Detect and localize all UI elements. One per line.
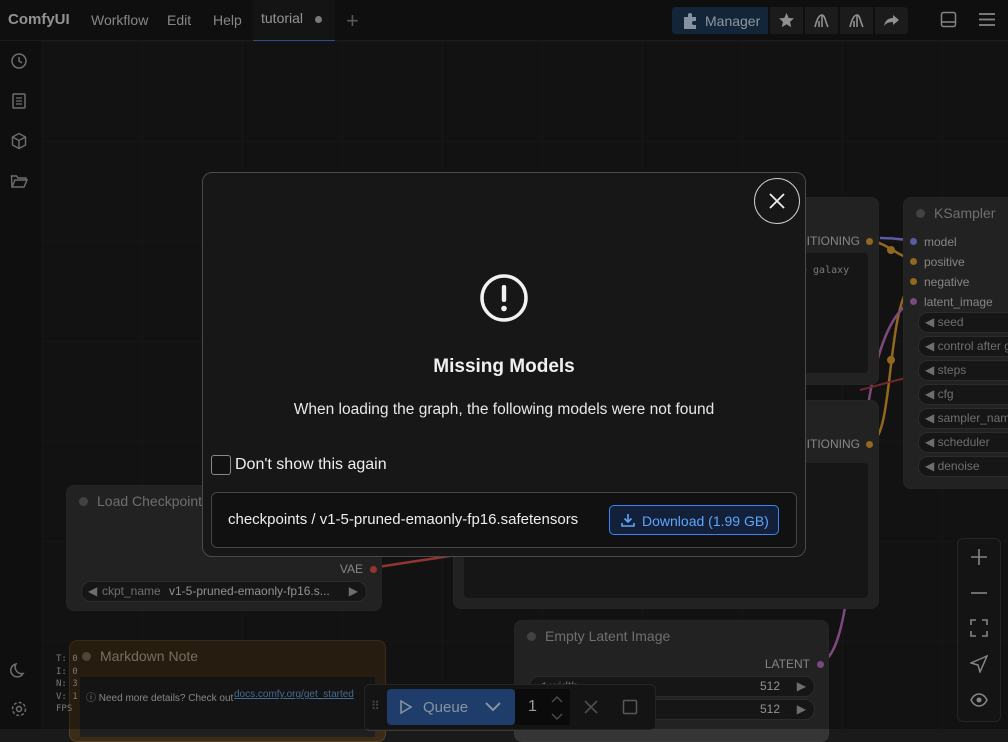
dialog-title: Missing Models xyxy=(433,356,575,377)
download-icon xyxy=(621,514,635,527)
download-label: Download (1.99 GB) xyxy=(642,513,769,529)
warning-exclamation-icon xyxy=(480,274,528,322)
dont-show-again-label[interactable]: Don't show this again xyxy=(235,456,387,474)
missing-model-name: checkpoints / v1-5-pruned-emaonly-fp16.s… xyxy=(228,511,579,528)
dont-show-again-checkbox[interactable] xyxy=(211,455,231,475)
dialog-message: When loading the graph, the following mo… xyxy=(293,401,715,418)
close-button[interactable] xyxy=(754,178,800,224)
missing-models-dialog: Missing Models When loading the graph, t… xyxy=(202,172,806,557)
close-icon xyxy=(769,193,785,209)
missing-model-row: checkpoints / v1-5-pruned-emaonly-fp16.s… xyxy=(211,492,797,548)
download-button[interactable]: Download (1.99 GB) xyxy=(609,505,779,535)
